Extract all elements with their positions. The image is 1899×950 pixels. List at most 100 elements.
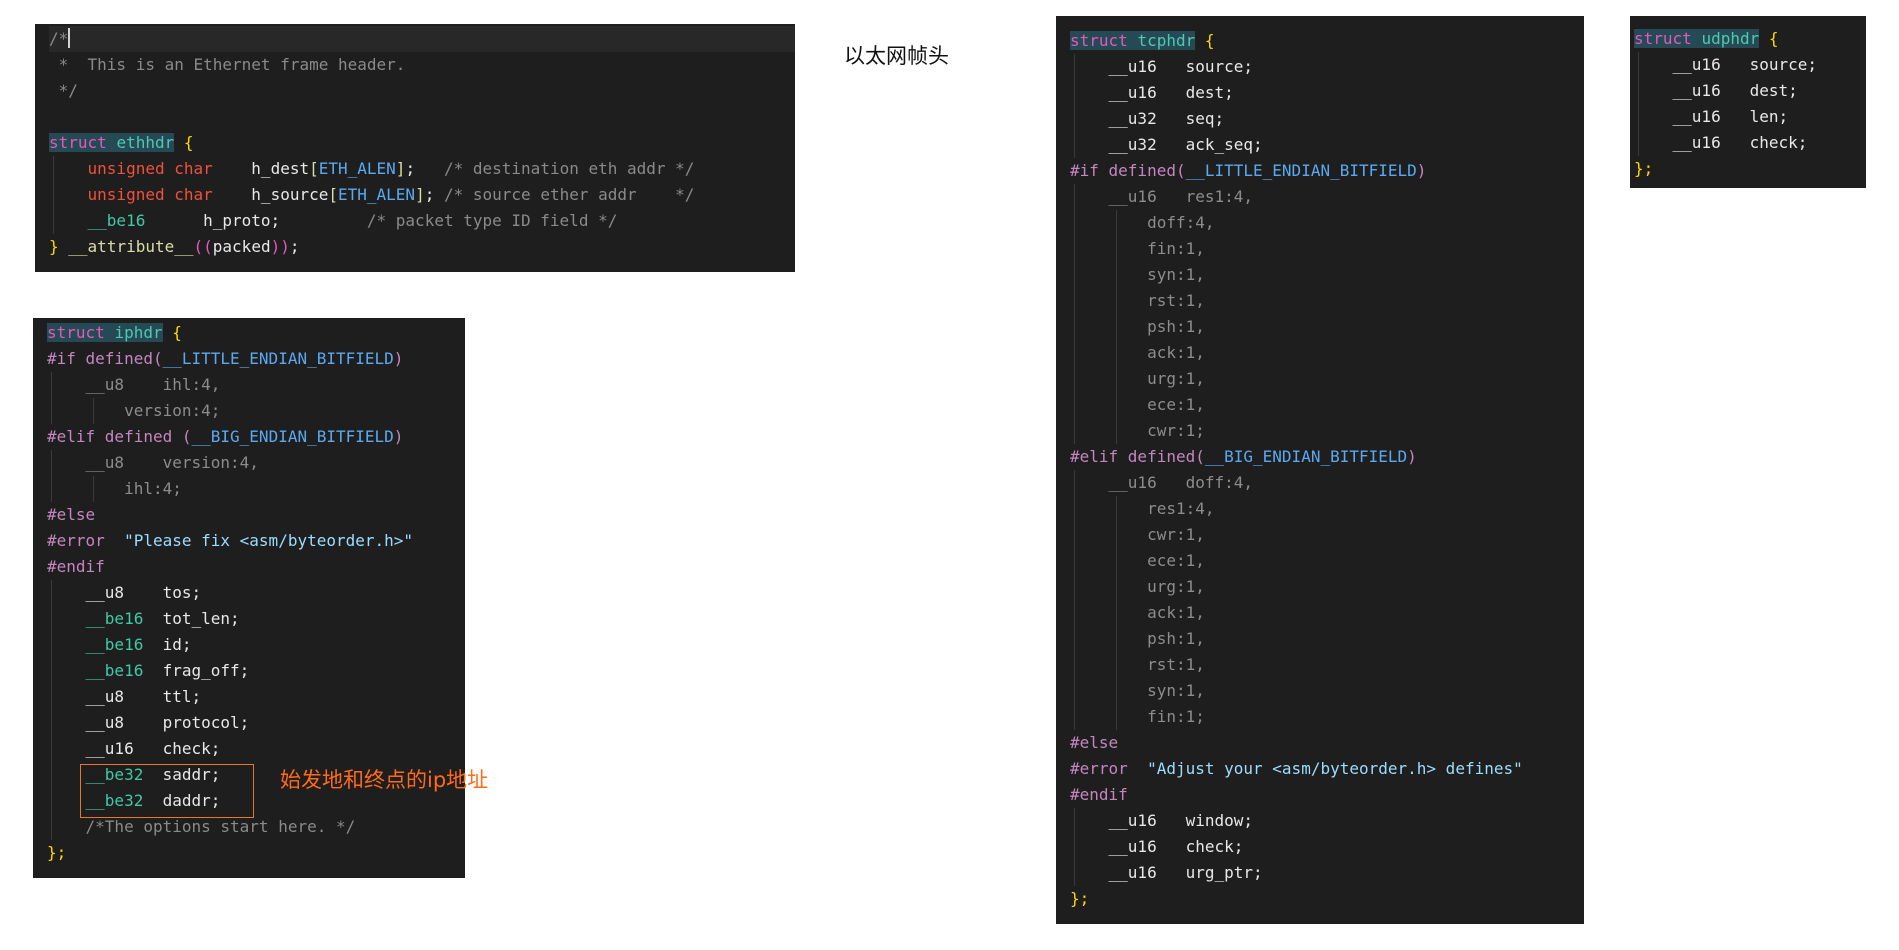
code-line: __be16 tot_len;	[47, 606, 465, 632]
field-name: tos;	[162, 583, 202, 602]
field-type: unsigned char	[87, 185, 213, 204]
field-name: check;	[162, 739, 221, 758]
code-line: __u8 protocol;	[47, 710, 465, 736]
field-type: __u16	[1108, 863, 1157, 882]
code-line: };	[47, 840, 465, 866]
udphdr-code-panel[interactable]: struct udphdr { __u16 source; __u16 dest…	[1630, 16, 1866, 188]
field-name: h_source	[251, 185, 329, 204]
ethhdr-code-panel[interactable]: /* * This is an Ethernet frame header. *…	[35, 24, 795, 272]
struct-name: iphdr	[114, 323, 163, 342]
bitfield-line: cwr:1;	[1147, 421, 1205, 440]
bitfield-line: __u8 version:4,	[85, 453, 259, 472]
code-line: syn:1,	[1070, 678, 1584, 704]
code-line: cwr:1,	[1070, 522, 1584, 548]
preprocessor-if: #if defined(	[1070, 161, 1186, 180]
preprocessor-elif: #elif defined (	[47, 427, 192, 446]
field-type: __u16	[1672, 81, 1721, 100]
preprocessor-elif: #elif defined(	[1070, 447, 1205, 466]
code-line: __u16 check;	[47, 736, 465, 762]
field-name: id;	[162, 635, 192, 654]
code-line: #error "Adjust your <asm/byteorder.h> de…	[1070, 756, 1584, 782]
preprocessor-else: #else	[47, 505, 96, 524]
code-line: #elif defined (__BIG_ENDIAN_BITFIELD)	[47, 427, 404, 446]
bitfield-line: version:4;	[124, 401, 221, 420]
code-line: ece:1,	[1070, 392, 1584, 418]
bitfield-line: psh:1,	[1147, 317, 1205, 336]
field-name: h_dest	[251, 159, 310, 178]
bitfield-line: doff:4,	[1147, 213, 1215, 232]
array-length-macro: ETH_ALEN	[338, 185, 416, 204]
preprocessor-endif: #endif	[1070, 785, 1128, 804]
field-type: __u16	[1672, 55, 1721, 74]
field-type: __u16	[1108, 57, 1157, 76]
field-type: __u16	[1108, 837, 1157, 856]
bitfield-line: res1:4,	[1147, 499, 1215, 518]
code-line: __be16 h_proto; /* packet type ID field …	[49, 208, 795, 234]
brace-close: }	[49, 237, 59, 256]
code-line: #endif	[47, 554, 465, 580]
field-type: __be16	[85, 635, 144, 654]
code-line: __u16 doff:4,	[1070, 470, 1584, 496]
code-line: __u8 tos;	[47, 580, 465, 606]
field-type: __u16	[1672, 133, 1721, 152]
code-line: urg:1,	[1070, 574, 1584, 600]
code-line: __u16 len;	[1634, 104, 1866, 130]
code-line: rst:1,	[1070, 652, 1584, 678]
code-line: psh:1,	[1070, 314, 1584, 340]
comment-close: */	[49, 81, 78, 100]
comment-open: /*	[49, 29, 69, 48]
field-type: __u32	[1108, 109, 1157, 128]
struct-keyword: struct	[1634, 29, 1692, 48]
field-name: h_proto;	[203, 211, 281, 230]
field-name: urg_ptr;	[1185, 863, 1263, 882]
field-comment: /* source ether addr */	[443, 185, 695, 204]
options-comment: /*The options start here. */	[85, 817, 356, 836]
struct-close: };	[47, 843, 67, 862]
field-name: tot_len;	[162, 609, 240, 628]
code-line: fin:1;	[1070, 704, 1584, 730]
field-name: source;	[1185, 57, 1254, 76]
attribute-keyword: __attribute__	[68, 237, 194, 256]
code-line[interactable]: /*	[49, 26, 795, 52]
field-name: len;	[1749, 107, 1789, 126]
field-name: dest;	[1185, 83, 1234, 102]
field-type: __u16	[1108, 83, 1157, 102]
code-line: #else	[47, 502, 465, 528]
code-line: syn:1,	[1070, 262, 1584, 288]
field-type: __be16	[85, 609, 144, 628]
code-line: ihl:4;	[47, 476, 465, 502]
code-line: };	[1070, 886, 1584, 912]
bitfield-line: __u16 res1:4,	[1108, 187, 1254, 206]
bitfield-line: ack:1,	[1147, 603, 1205, 622]
preprocessor-error: #error	[1070, 759, 1128, 778]
field-type: __u32	[1108, 135, 1157, 154]
ip-address-annotation: 始发地和终点的ip地址	[280, 768, 489, 792]
code-line: __be16 id;	[47, 632, 465, 658]
code-line: __u8 ihl:4,	[47, 372, 465, 398]
code-line: #elif defined(__BIG_ENDIAN_BITFIELD)	[1070, 447, 1417, 466]
endian-macro: __BIG_ENDIAN_BITFIELD	[191, 427, 394, 446]
error-message: "Please fix <asm/byteorder.h>"	[124, 531, 414, 550]
field-name: dest;	[1749, 81, 1798, 100]
code-line: struct iphdr {	[47, 323, 182, 342]
field-type: __u16	[1672, 107, 1721, 126]
code-line: __u16 check;	[1070, 834, 1584, 860]
code-line: struct ethhdr {	[49, 130, 795, 156]
code-line: __u16 window;	[1070, 808, 1584, 834]
code-line: #else	[1070, 730, 1584, 756]
code-line: ece:1,	[1070, 548, 1584, 574]
code-line: __be16 frag_off;	[47, 658, 465, 684]
bitfield-line: rst:1,	[1147, 291, 1205, 310]
struct-keyword: struct	[47, 323, 105, 342]
field-type: unsigned char	[87, 159, 213, 178]
struct-name: udphdr	[1701, 29, 1760, 48]
code-line: cwr:1;	[1070, 418, 1584, 444]
code-line: __u32 ack_seq;	[1070, 132, 1584, 158]
tcphdr-code-panel[interactable]: struct tcphdr { __u16 source; __u16 dest…	[1056, 16, 1584, 924]
code-line: unsigned char h_dest[ETH_ALEN]; /* desti…	[49, 156, 795, 182]
field-type: __u16	[85, 739, 134, 758]
bitfield-line: __u8 ihl:4,	[85, 375, 221, 394]
struct-close: };	[1070, 889, 1090, 908]
struct-close: };	[1634, 159, 1654, 178]
bitfield-line: syn:1,	[1147, 681, 1205, 700]
